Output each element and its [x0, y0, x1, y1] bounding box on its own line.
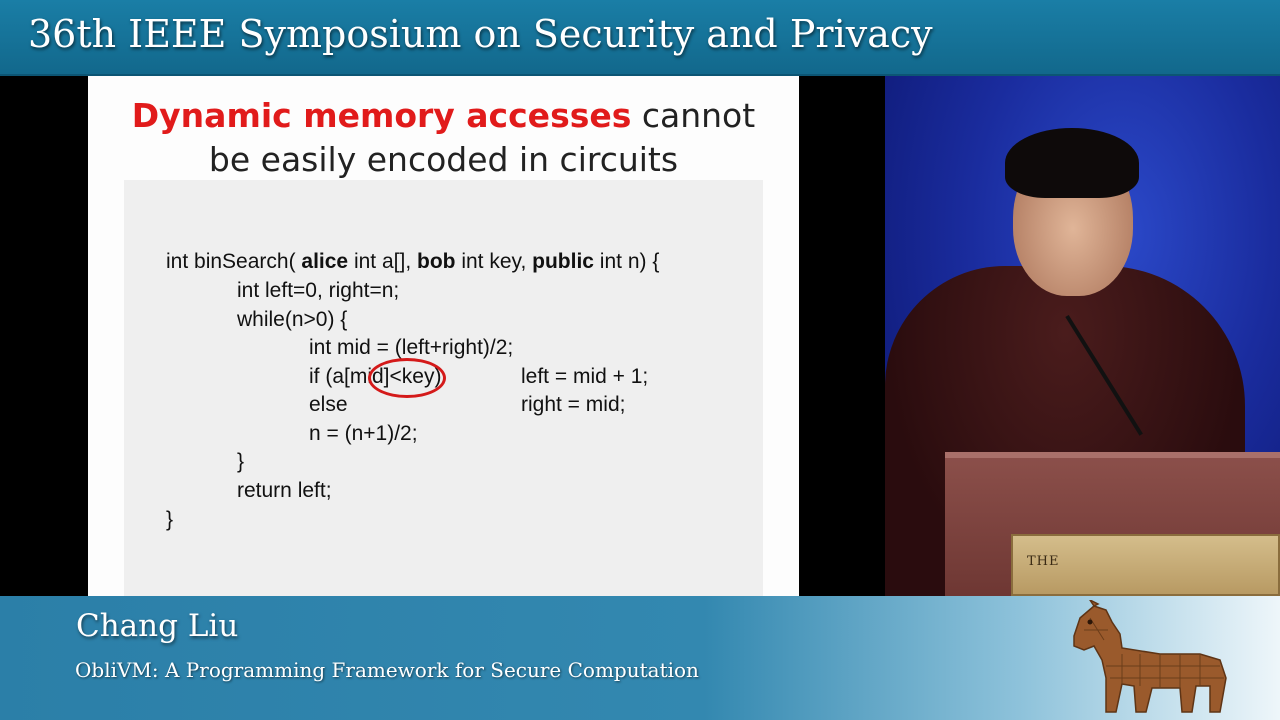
video-stage: Dynamic memory accesses cannot be easily… — [0, 76, 1280, 596]
code-line-signature: int binSearch( alice int a[], bob int ke… — [166, 250, 660, 273]
presentation-slide: Dynamic memory accesses cannot be easily… — [88, 76, 799, 596]
wooden-trojan-horse-icon — [1073, 600, 1227, 713]
red-highlight-circle — [368, 358, 446, 398]
lower-third-bar: Chang Liu ObliVM: A Programming Framewor… — [0, 596, 1280, 720]
conference-title: 36th IEEE Symposium on Security and Priv… — [28, 12, 933, 56]
slide-title: Dynamic memory accesses cannot be easily… — [88, 94, 799, 182]
podium-plaque: THE — [1011, 534, 1280, 596]
code-line: n = (n+1)/2; — [309, 422, 418, 445]
talk-title: ObliVM: A Programming Framework for Secu… — [75, 658, 699, 682]
header-bar: 36th IEEE Symposium on Security and Priv… — [0, 0, 1280, 76]
code-line: return left; — [237, 479, 332, 502]
code-line: } — [237, 450, 245, 473]
code-line: else — [309, 393, 348, 416]
slide-title-rest: cannot — [631, 96, 756, 135]
code-line: while(n>0) { — [237, 308, 348, 331]
speaker-name: Chang Liu — [76, 608, 239, 644]
plaque-text: THE — [1027, 554, 1060, 569]
speaker-hair — [1005, 128, 1139, 198]
code-line: right = mid; — [521, 393, 626, 416]
code-box: int binSearch( alice int a[], bob int ke… — [124, 180, 763, 596]
code-line: int left=0, right=n; — [237, 279, 400, 302]
slide-title-line2: be easily encoded in circuits — [208, 140, 679, 179]
code-line: left = mid + 1; — [521, 365, 649, 388]
speaker-video: THE — [885, 76, 1280, 596]
code-line: } — [166, 508, 174, 531]
slide-title-highlight: Dynamic memory accesses — [131, 96, 632, 135]
